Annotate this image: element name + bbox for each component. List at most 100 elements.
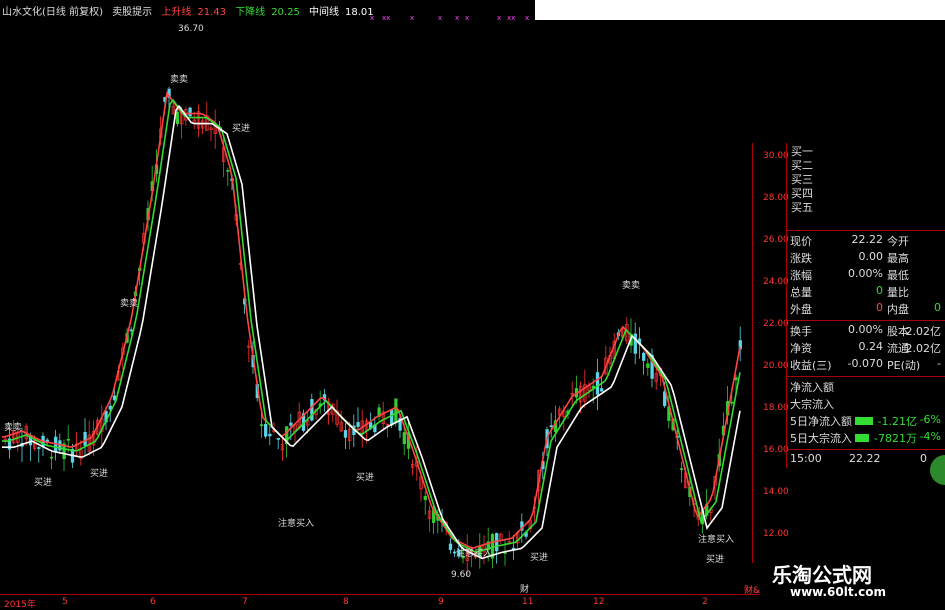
quote-panel: 买一 买二 买三 买四 买五 现价 22.22 今开 涨跌 0.00 最高 涨幅… bbox=[786, 143, 945, 468]
time-tick: 12 bbox=[593, 597, 605, 607]
candle-body bbox=[448, 543, 453, 550]
candle-body bbox=[226, 169, 230, 172]
price-tick: 16.00 bbox=[763, 445, 789, 455]
flow-pct: -6% bbox=[919, 413, 941, 426]
row-value: 0.00 bbox=[858, 250, 884, 263]
row-label-2: 最低 bbox=[887, 269, 909, 282]
logo-url: www.60lt.com bbox=[790, 585, 887, 599]
price-tick: 20.00 bbox=[763, 361, 789, 371]
row-value: 22.22 bbox=[851, 233, 884, 246]
attention-buy-signal: 注意买入 bbox=[698, 535, 735, 545]
row-value: -0.070 bbox=[847, 357, 883, 370]
buy-signal: 买进 bbox=[530, 553, 549, 563]
attention-buy-signal: 注意买入 bbox=[278, 519, 315, 529]
down-line bbox=[2, 98, 741, 554]
candle-body bbox=[112, 395, 117, 401]
flow-value: -7821万 bbox=[874, 432, 917, 445]
attention-buy-signal: 注意买入 bbox=[456, 549, 493, 559]
candlestick-chart[interactable] bbox=[0, 0, 760, 595]
row-value: 0 bbox=[876, 301, 883, 314]
candle-body bbox=[129, 329, 133, 332]
flow-label: 净流入额 bbox=[790, 381, 834, 394]
price-tick: 28.00 bbox=[763, 193, 789, 203]
quote-row-pct: 涨幅 0.00% 最低 bbox=[787, 267, 943, 284]
time-tick: 11 bbox=[522, 597, 534, 607]
high-price-label: 36.70 bbox=[178, 24, 204, 34]
tick-volume: 0 bbox=[920, 452, 927, 465]
panel-divider bbox=[787, 376, 945, 377]
row-label: 换手 bbox=[790, 325, 812, 338]
sell-signal: 卖卖 bbox=[622, 281, 641, 291]
sell-signal: 卖卖 bbox=[170, 75, 189, 85]
sell-signal: 卖卖 bbox=[4, 423, 23, 433]
candle-body bbox=[343, 430, 348, 438]
candle-body bbox=[83, 431, 87, 446]
row-label-2: 今开 bbox=[887, 235, 909, 248]
row-label-2: 内盘 bbox=[887, 303, 909, 316]
quote-row-turnover: 换手 0.00% 股本 2.02亿 bbox=[787, 323, 943, 340]
finance-mark-2: 财& bbox=[744, 586, 761, 596]
row-value: 0 bbox=[876, 284, 883, 297]
flow-label: 5日大宗流入 bbox=[790, 432, 852, 445]
buy-signal: 买进 bbox=[356, 473, 375, 483]
candle-body bbox=[268, 433, 272, 437]
price-axis: 30.00 28.00 26.00 24.00 22.00 20.00 18.0… bbox=[752, 143, 789, 563]
candle-body bbox=[188, 107, 192, 117]
row-value: 0.00% bbox=[848, 267, 883, 280]
row-label: 总量 bbox=[790, 286, 812, 299]
row-label-2: PE(动) bbox=[887, 359, 921, 372]
quote-row-netasset: 净资 0.24 流通 2.02亿 bbox=[787, 340, 943, 357]
price-tick: 14.00 bbox=[763, 487, 789, 497]
candle-body bbox=[679, 468, 684, 471]
candle-body bbox=[642, 352, 646, 361]
row-value: 0.24 bbox=[858, 340, 884, 353]
candle-body bbox=[289, 422, 293, 426]
candle-body bbox=[734, 377, 738, 381]
candle-body bbox=[394, 398, 398, 424]
buy-signal: 买进 bbox=[232, 124, 251, 134]
time-tick: 2015年 bbox=[4, 600, 36, 610]
candle-body bbox=[264, 424, 268, 437]
row-label: 涨幅 bbox=[790, 269, 812, 282]
low-price-label: 9.60 bbox=[451, 570, 472, 580]
logo-name: 乐淘公式网 bbox=[772, 563, 872, 587]
candle-body bbox=[730, 401, 734, 404]
price-tick: 18.00 bbox=[763, 403, 789, 413]
flow-row: 大宗流入 bbox=[787, 396, 943, 413]
candle-body bbox=[600, 388, 604, 392]
flow-pct: -4% bbox=[919, 430, 941, 443]
watermark-logo: 乐淘公式网 www.60lt.com bbox=[760, 549, 945, 609]
flow-row: 净流入额 bbox=[787, 379, 943, 396]
quote-row-change: 涨跌 0.00 最高 bbox=[787, 250, 943, 267]
time-axis: 2015年 5 6 7 8 9 11 12 2 bbox=[0, 594, 760, 610]
candle-body bbox=[646, 363, 650, 368]
row-value-2: 0 bbox=[934, 301, 941, 314]
price-tick: 24.00 bbox=[763, 277, 789, 287]
buy-signal: 买进 bbox=[34, 478, 53, 488]
price-tick: 22.00 bbox=[763, 319, 789, 329]
flow-row: 5日大宗流入 -7821万 -4% bbox=[787, 430, 943, 447]
price-tick: 30.00 bbox=[763, 151, 789, 161]
row-value-2: 2.02亿 bbox=[905, 342, 942, 355]
candle-body bbox=[390, 409, 394, 426]
row-value-2: - bbox=[937, 357, 941, 370]
candle-body bbox=[66, 438, 70, 441]
candle-body bbox=[423, 496, 427, 501]
panel-divider bbox=[787, 230, 945, 231]
time-tick: 5 bbox=[62, 597, 68, 607]
buy-signal: 买进 bbox=[706, 555, 725, 565]
row-label: 涨跌 bbox=[790, 252, 812, 265]
quote-row-price: 现价 22.22 今开 bbox=[787, 233, 943, 250]
flow-label: 大宗流入 bbox=[790, 398, 834, 411]
candle-body bbox=[310, 399, 314, 421]
quote-row-volume: 总量 0 量比 bbox=[787, 284, 943, 301]
flow-bar bbox=[855, 434, 869, 442]
flow-label: 5日净流入额 bbox=[790, 415, 852, 428]
time-tick: 7 bbox=[242, 597, 248, 607]
time-row: 15:00 22.22 0 bbox=[787, 452, 943, 469]
row-label: 净资 bbox=[790, 342, 812, 355]
row-label-2: 最高 bbox=[887, 252, 909, 265]
candle-body bbox=[633, 333, 637, 354]
candle-body bbox=[549, 425, 553, 428]
candle-body bbox=[402, 432, 406, 445]
